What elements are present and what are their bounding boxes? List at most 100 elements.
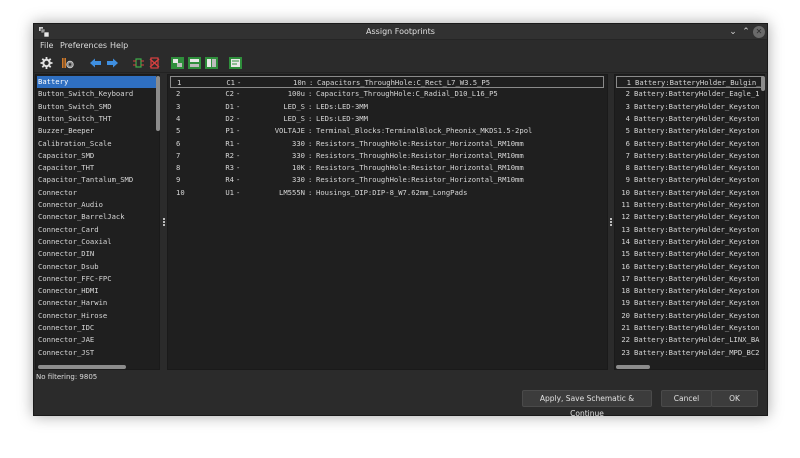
title-bar[interactable]: Assign Footprints ⌄ ⌃ ✕ bbox=[34, 24, 767, 40]
footprint-row[interactable]: 5 Battery:BatteryHolder_Keyston bbox=[616, 125, 763, 137]
library-item[interactable]: Calibration_Scale bbox=[37, 138, 156, 150]
library-item[interactable]: Capacitor_THT bbox=[37, 162, 156, 174]
component-row[interactable]: 4 D2- LED_S: LEDs:LED-3MM bbox=[170, 113, 604, 125]
filter-text-icon[interactable] bbox=[228, 56, 243, 70]
component-row[interactable]: 8 R3- 10K: Resistors_ThroughHole:Resistor_H… bbox=[170, 162, 604, 174]
footprint-number: 2 bbox=[625, 89, 630, 99]
component-sep: : bbox=[308, 126, 313, 136]
filter-keywords-icon[interactable] bbox=[170, 56, 185, 70]
footprint-row[interactable]: 10 Battery:BatteryHolder_Keyston bbox=[616, 187, 763, 199]
library-item[interactable]: Capacitor_SMD bbox=[37, 150, 156, 162]
library-item[interactable]: Connector_JST bbox=[37, 347, 156, 359]
footprint-row[interactable]: 22 Battery:BatteryHolder_LINX_BA bbox=[616, 334, 763, 346]
footprint-list-hscrollbar[interactable] bbox=[616, 365, 650, 369]
footprint-number: 22 bbox=[621, 335, 630, 345]
left-splitter-handle[interactable] bbox=[162, 217, 166, 227]
library-item[interactable]: Connector_Dsub bbox=[37, 261, 156, 273]
footprint-name: Battery:BatteryHolder_Keyston bbox=[634, 200, 760, 209]
footprint-row[interactable]: 23 Battery:BatteryHolder_MPD_BC2 bbox=[616, 347, 763, 359]
footprint-number: 16 bbox=[621, 261, 630, 271]
footprint-row[interactable]: 19 Battery:BatteryHolder_Keyston bbox=[616, 297, 763, 309]
settings-icon[interactable] bbox=[39, 56, 54, 70]
footprint-row[interactable]: 7 Battery:BatteryHolder_Keyston bbox=[616, 150, 763, 162]
library-item[interactable]: Connector_DIN bbox=[37, 248, 156, 260]
footprint-list[interactable]: 1 Battery:BatteryHolder_Bulgin_ 2 Battery:B… bbox=[614, 74, 765, 370]
footprint-name: Battery:BatteryHolder_Keyston bbox=[634, 236, 760, 246]
component-row[interactable]: 10 U1- LM555N: Housings_DIP:DIP-8_W7.62mm_L… bbox=[170, 187, 604, 199]
component-list[interactable]: 1 C1-10n: Capacitors_ThroughHole:C_Rect_L7… bbox=[167, 74, 608, 370]
footprint-number: 14 bbox=[621, 236, 630, 246]
cancel-button[interactable]: Cancel bbox=[661, 390, 712, 407]
footprint-row[interactable]: 3 Battery:BatteryHolder_Keyston bbox=[616, 101, 763, 113]
footprint-row[interactable]: 13 Battery:BatteryHolder_Keyston bbox=[616, 224, 763, 236]
maximize-button[interactable]: ⌃ bbox=[740, 26, 752, 38]
library-item[interactable]: Capacitor_Tantalum_SMD bbox=[37, 174, 156, 186]
close-button[interactable]: ✕ bbox=[753, 26, 765, 38]
delete-icon[interactable] bbox=[147, 56, 162, 70]
footprint-row[interactable]: 17 Battery:BatteryHolder_Keyston bbox=[616, 273, 763, 285]
library-item[interactable]: Connector_HDMI bbox=[37, 285, 156, 297]
footprint-row[interactable]: 4 Battery:BatteryHolder_Keyston bbox=[616, 113, 763, 125]
arrow-left-icon[interactable] bbox=[88, 56, 103, 70]
menu-help[interactable]: Help bbox=[110, 41, 128, 50]
component-dash: - bbox=[236, 187, 241, 197]
component-row[interactable]: 7 R2- 330: Resistors_ThroughHole:Resistor_H… bbox=[170, 150, 604, 162]
library-item[interactable]: Connector_Hirose bbox=[37, 310, 156, 322]
library-item[interactable]: Connector_JAE bbox=[37, 334, 156, 346]
footprint-row[interactable]: 1 Battery:BatteryHolder_Bulgin_ bbox=[616, 76, 763, 89]
arrow-right-icon[interactable] bbox=[105, 56, 120, 70]
component-row[interactable]: 1 C1- 10n: Capacitors_ThroughHole:C_Rect_L7… bbox=[170, 76, 604, 89]
component-row[interactable]: 9 R4- 330: Resistors_ThroughHole:Resistor_H… bbox=[170, 174, 604, 186]
footprint-row[interactable]: 12 Battery:BatteryHolder_Keyston bbox=[616, 211, 763, 223]
footprint-row[interactable]: 16 Battery:BatteryHolder_Keyston bbox=[616, 261, 763, 273]
ok-button[interactable]: OK bbox=[711, 390, 758, 407]
component-sep: : bbox=[308, 89, 313, 99]
footprint-row[interactable]: 11 Battery:BatteryHolder_Keyston bbox=[616, 199, 763, 211]
library-item[interactable]: Connector_Harwin bbox=[37, 297, 156, 309]
component-sep: : bbox=[308, 101, 313, 111]
library-item[interactable]: Connector_Card bbox=[37, 224, 156, 236]
component-row[interactable]: 3 D1- LED_S: LEDs:LED-3MM bbox=[170, 101, 604, 113]
right-splitter-handle[interactable] bbox=[609, 217, 613, 227]
menu-preferences[interactable]: Preferences bbox=[60, 41, 107, 50]
footprint-row[interactable]: 18 Battery:BatteryHolder_Keyston bbox=[616, 285, 763, 297]
component-dash: - bbox=[236, 113, 241, 123]
library-item[interactable]: Button_Switch_THT bbox=[37, 113, 156, 125]
library-list[interactable]: Battery Button_Switch_Keyboard Button_Swit… bbox=[35, 74, 160, 370]
footprint-row[interactable]: 6 Battery:BatteryHolder_Keyston bbox=[616, 138, 763, 150]
library-item[interactable]: Connector_Audio bbox=[37, 199, 156, 211]
library-item[interactable]: Connector_BarrelJack bbox=[37, 211, 156, 223]
component-row[interactable]: 2 C2- 100u: Capacitors_ThroughHole:C_Radial… bbox=[170, 88, 604, 100]
footprint-name: Battery:BatteryHolder_Keyston bbox=[634, 249, 760, 259]
component-row[interactable]: 5 P1- VOLTAJE: Terminal_Blocks:TerminalBloc… bbox=[170, 125, 604, 137]
library-item[interactable]: Connector bbox=[37, 187, 156, 199]
library-item[interactable]: Buzzer_Beeper bbox=[37, 125, 156, 137]
footprint-row[interactable]: 21 Battery:BatteryHolder_Keyston bbox=[616, 322, 763, 334]
library-item[interactable]: Connector_FFC-FPC bbox=[37, 273, 156, 285]
apply-save-continue-button[interactable]: Apply, Save Schematic & Continue bbox=[522, 390, 652, 418]
footprint-row[interactable]: 9 Battery:BatteryHolder_Keyston bbox=[616, 174, 763, 186]
footprint-list-scrollbar[interactable] bbox=[761, 76, 765, 91]
library-item[interactable]: Button_Switch_Keyboard bbox=[37, 88, 156, 100]
menu-file[interactable]: File bbox=[40, 41, 53, 50]
footprint-row[interactable]: 14 Battery:BatteryHolder_Keyston bbox=[616, 236, 763, 248]
filter-pincount-icon[interactable] bbox=[187, 56, 202, 70]
library-item[interactable]: Connector_Coaxial bbox=[37, 236, 156, 248]
footprint-row[interactable]: 2 Battery:BatteryHolder_Eagle_1 bbox=[616, 88, 763, 100]
footprint-row[interactable]: 8 Battery:BatteryHolder_Keyston bbox=[616, 162, 763, 174]
footprint-row[interactable]: 15 Battery:BatteryHolder_Keyston bbox=[616, 248, 763, 260]
library-list-hscrollbar[interactable] bbox=[38, 365, 126, 369]
component-sep: : bbox=[308, 187, 313, 197]
footprint-number: 7 bbox=[625, 150, 630, 160]
auto-assign-icon[interactable] bbox=[131, 56, 146, 70]
library-item[interactable]: Connector_IDC bbox=[37, 322, 156, 334]
footprint-row[interactable]: 20 Battery:BatteryHolder_Keyston bbox=[616, 310, 763, 322]
library-icon[interactable] bbox=[60, 56, 75, 70]
library-item[interactable]: Battery bbox=[37, 76, 156, 89]
library-list-scrollbar[interactable] bbox=[156, 76, 160, 131]
filter-library-icon[interactable] bbox=[204, 56, 219, 70]
library-item[interactable]: Button_Switch_SMD bbox=[37, 101, 156, 113]
minimize-button[interactable]: ⌄ bbox=[727, 26, 739, 38]
component-row[interactable]: 6 R1- 330: Resistors_ThroughHole:Resistor_H… bbox=[170, 138, 604, 150]
component-num: 2 bbox=[176, 89, 181, 99]
